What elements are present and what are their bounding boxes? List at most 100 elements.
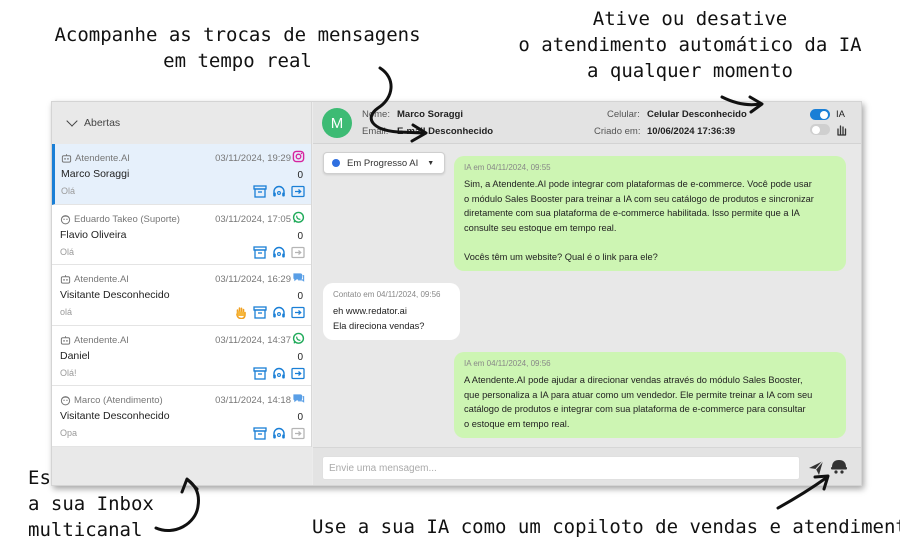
conversation-item[interactable]: Marco (Atendimento) 03/11/2024, 14:18 Visi…	[52, 386, 311, 447]
ia-message-bubble: IA em 04/11/2024, 09:56 A Atendente.AI po…	[454, 352, 846, 438]
status-dot-icon	[332, 159, 340, 167]
message-composer	[313, 447, 861, 485]
unread-count: 0	[297, 351, 303, 363]
filter-label: Abertas	[84, 117, 121, 129]
contact-phone: Celular Desconhecido	[647, 109, 747, 120]
message-text: A Atendente.AI pode ajudar a direcionar …	[464, 375, 803, 385]
contact-name: Marco Soraggi	[61, 168, 130, 180]
message-preview: olá	[60, 307, 73, 317]
message-preview: Olá!	[60, 367, 77, 378]
conversation-actions	[253, 185, 305, 198]
message-meta: IA em 04/11/2024, 09:55	[464, 163, 551, 172]
message-text: Vocês têm um website? Qual é o link para…	[464, 251, 658, 262]
annotation-line: a sua Inbox	[28, 493, 154, 515]
status-label: Em Progresso AI	[347, 157, 419, 169]
assigned-agent: Atendente.AI	[60, 274, 129, 285]
headset-icon[interactable]	[272, 367, 286, 380]
ai-label: IA	[836, 109, 845, 120]
message-preview: Olá	[61, 186, 76, 196]
unread-count: 0	[297, 170, 303, 181]
user-face-icon	[60, 214, 71, 225]
annotation-line: em tempo real	[163, 50, 312, 72]
created-label: Criado em:	[594, 126, 641, 137]
archive-icon[interactable]	[253, 366, 267, 380]
user-face-icon	[60, 395, 71, 406]
headset-icon[interactable]	[272, 246, 286, 259]
agent-name: Marco (Atendimento)	[74, 395, 163, 406]
contact-name: Visitante Desconhecido	[60, 410, 170, 422]
forward-icon[interactable]	[291, 427, 305, 440]
caret-down-icon: ▼	[427, 159, 435, 167]
message-text: Ela direciona vendas?	[333, 320, 425, 331]
headset-icon[interactable]	[272, 306, 286, 319]
conversation-time: 03/11/2024, 17:05	[215, 213, 291, 225]
assigned-agent: Atendente.AI	[61, 153, 130, 164]
ai-toggle[interactable]	[810, 109, 830, 120]
assigned-agent: Marco (Atendimento)	[60, 395, 163, 406]
send-icon[interactable]	[808, 460, 824, 476]
conversation-item[interactable]: Eduardo Takeo (Suporte) 03/11/2024, 17:05…	[52, 204, 311, 265]
conversation-time: 03/11/2024, 14:37	[215, 334, 291, 346]
contact-message-bubble: Contato em 04/11/2024, 09:56 eh www.redat…	[323, 283, 460, 340]
message-text: o módulo Sales Booster para treinar a IA…	[464, 193, 814, 204]
forward-icon[interactable]	[291, 367, 305, 380]
message-text: consulte seu estoque em tempo real.	[464, 222, 617, 233]
archive-icon[interactable]	[253, 427, 267, 440]
annotation-line: Ative ou desative	[592, 8, 788, 30]
message-text: o estoque em tempo real.	[464, 418, 570, 429]
unread-count: 0	[297, 412, 303, 423]
avatar[interactable]: M	[322, 108, 352, 138]
status-dropdown[interactable]: Em Progresso AI ▼	[323, 152, 446, 174]
chevron-down-icon	[66, 115, 78, 127]
message-text: que personaliza a IA para atuar como um …	[464, 389, 813, 400]
forward-icon[interactable]	[291, 246, 305, 259]
headset-icon[interactable]	[272, 185, 286, 198]
conversation-actions	[253, 245, 305, 259]
arrow-inbox	[154, 478, 200, 532]
message-thread: Em Progresso AI ▼ IA em 04/11/2024, 09:5…	[313, 144, 861, 447]
email-label: Email:	[362, 126, 389, 137]
forward-icon[interactable]	[291, 185, 305, 198]
message-preview: Olá	[60, 246, 75, 257]
unread-count: 0	[297, 291, 303, 302]
contact-name: Flavio Oliveira	[60, 228, 127, 241]
sidebar-footer	[52, 447, 312, 485]
conversation-item[interactable]: Atendente.AI 03/11/2024, 16:29 Visitante D…	[52, 265, 311, 326]
archive-icon[interactable]	[253, 185, 267, 198]
contact-name: Visitante Desconhecido	[60, 289, 170, 301]
conversation-item[interactable]: Atendente.AI 03/11/2024, 19:29 Marco Sorag…	[52, 144, 311, 205]
phone-label: Celular:	[607, 109, 640, 120]
forward-icon[interactable]	[291, 306, 305, 319]
archive-icon[interactable]	[253, 245, 267, 259]
chat-panel: M Nome: Marco Soraggi Email: E-mail Desc…	[313, 102, 861, 485]
annotation-copilot: Use a sua IA como um copiloto de vendas …	[312, 516, 900, 538]
headset-icon[interactable]	[272, 427, 286, 440]
unread-count: 0	[297, 230, 303, 242]
contact-name: Daniel	[60, 349, 90, 362]
assigned-agent: Atendente.AI	[60, 335, 129, 346]
hand-raised-icon[interactable]	[234, 306, 248, 319]
contact-created: 10/06/2024 17:36:39	[647, 126, 736, 137]
agent-name: Eduardo Takeo (Suporte)	[74, 213, 180, 225]
assigned-agent: Eduardo Takeo (Suporte)	[60, 214, 180, 225]
conversation-item[interactable]: Atendente.AI 03/11/2024, 14:37 Daniel 0 Olá!	[52, 325, 311, 386]
contact-info-bar: M Nome: Marco Soraggi Email: E-mail Desc…	[313, 102, 861, 144]
annotation-realtime: Acompanhe as trocas de mensagens em temp…	[50, 22, 425, 74]
annotation-toggle-ai: Ative ou desative o atendimento automáti…	[510, 6, 870, 84]
copilot-icon[interactable]	[830, 458, 848, 476]
archive-icon[interactable]	[253, 306, 267, 319]
message-meta: IA em 04/11/2024, 09:56	[464, 359, 551, 368]
message-preview: Opa	[60, 428, 78, 438]
inbox-window: Abertas Atendente.AI 03/11/2024, 19:29 Mar…	[51, 101, 862, 486]
message-text: catálogo de produtos e integrar com sua …	[464, 404, 806, 414]
agent-name: Atendente.AI	[74, 274, 129, 285]
message-input[interactable]	[322, 456, 800, 480]
bot-icon	[60, 274, 71, 285]
bot-icon	[60, 335, 71, 346]
handoff-toggle[interactable]	[810, 124, 830, 135]
filter-dropdown[interactable]: Abertas	[52, 102, 311, 144]
message-text: eh www.redator.ai	[333, 306, 407, 316]
annotation-line: Acompanhe as trocas de mensagens	[54, 24, 421, 46]
message-text: Sim, a Atendente.AI pode integrar com pl…	[464, 179, 812, 189]
